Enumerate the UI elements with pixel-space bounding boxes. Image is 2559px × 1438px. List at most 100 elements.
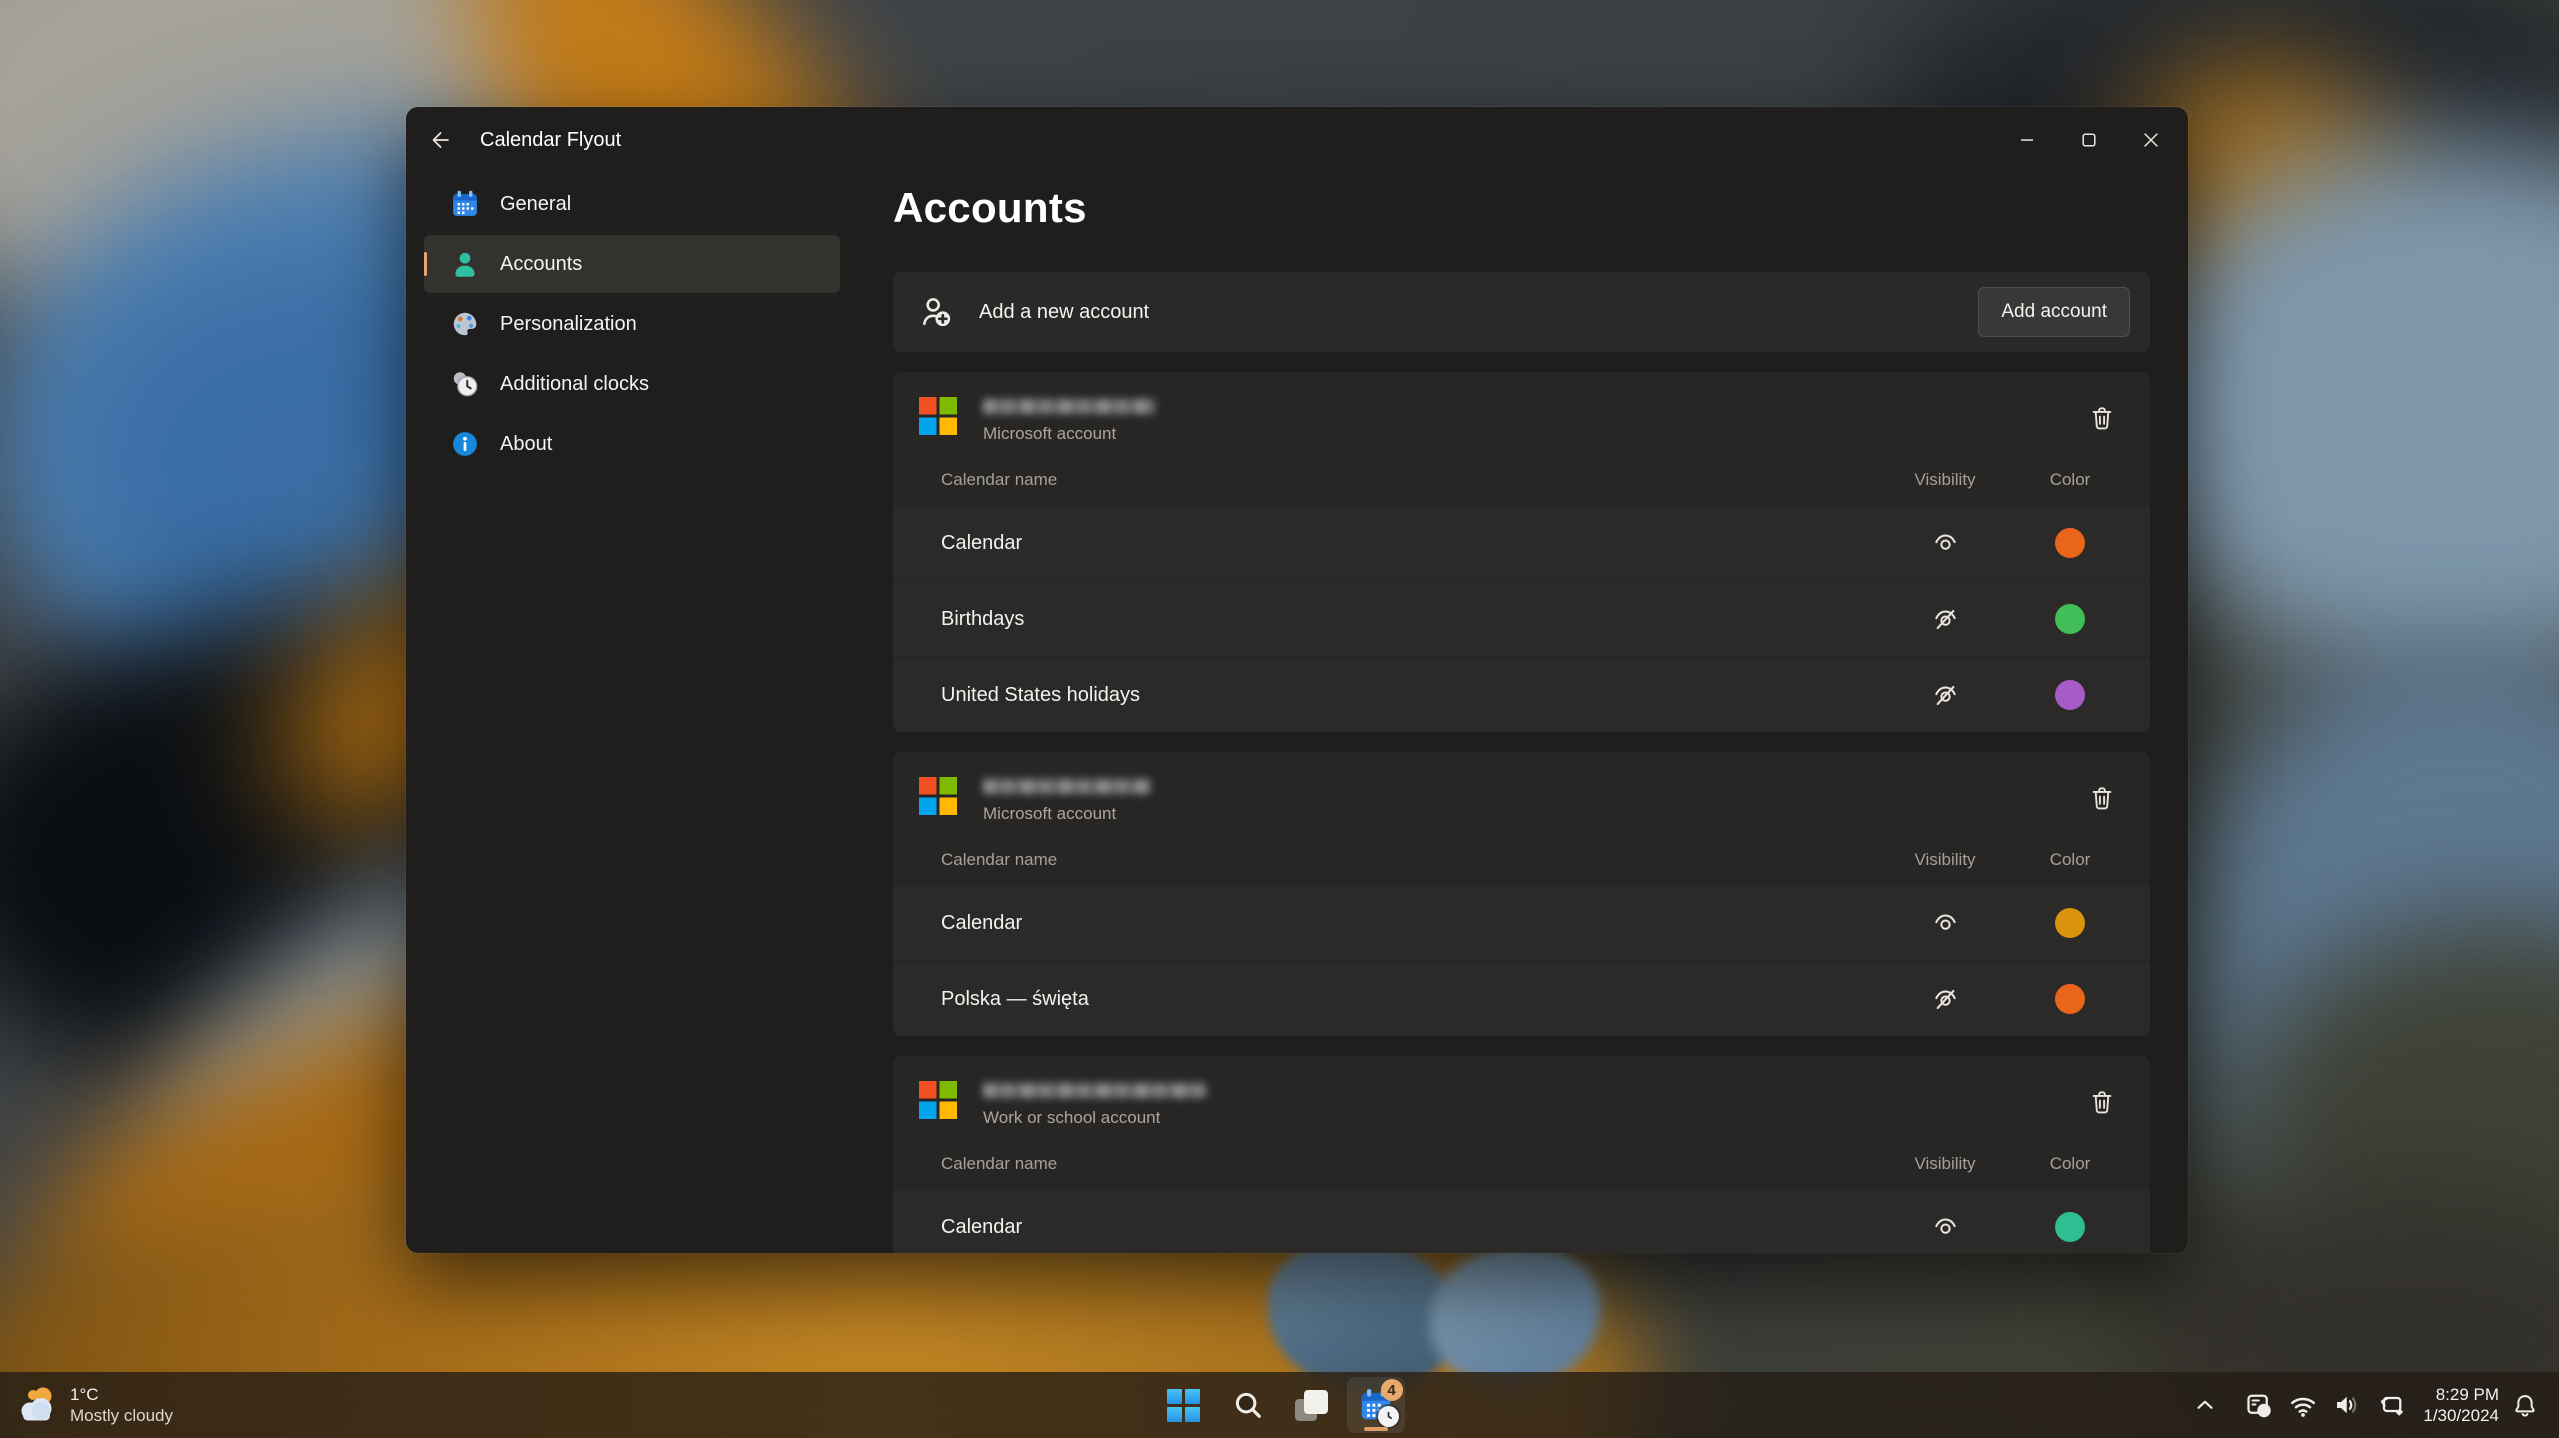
calendar-row: Calendar bbox=[893, 1190, 2150, 1253]
calendar-name: Calendar bbox=[941, 912, 1880, 935]
calendar-columns-header: Calendar name Visibility Color bbox=[893, 1128, 2150, 1188]
visibility-toggle[interactable] bbox=[1923, 597, 1967, 641]
calendar-row: Calendar bbox=[893, 506, 2150, 580]
close-icon bbox=[2139, 128, 2163, 152]
trash-icon bbox=[2088, 1088, 2116, 1116]
taskbar-clock[interactable]: 8:29 PM 1/30/2024 bbox=[2423, 1384, 2499, 1426]
column-calendar-name: Calendar name bbox=[941, 850, 1880, 870]
calendar-color-dot[interactable] bbox=[2055, 908, 2085, 938]
account-card: Work or school account Calendar name Vis… bbox=[893, 1056, 2150, 1253]
windows-logo-icon bbox=[1167, 1389, 1200, 1422]
page-title: Accounts bbox=[893, 183, 2150, 233]
sync-status-button[interactable] bbox=[2373, 1387, 2409, 1423]
sidebar-item-label: Accounts bbox=[500, 253, 582, 276]
sidebar-item-about[interactable]: About bbox=[424, 415, 840, 473]
close-button[interactable] bbox=[2120, 107, 2182, 173]
eye-icon bbox=[1932, 1214, 1959, 1241]
wifi-icon bbox=[2288, 1390, 2318, 1420]
add-account-button[interactable]: Add account bbox=[1978, 287, 2130, 337]
calendar-name: Polska — święta bbox=[941, 988, 1880, 1011]
calendar-row: United States holidays bbox=[893, 658, 2150, 732]
sidebar-item-additional-clocks[interactable]: Additional clocks bbox=[424, 355, 840, 413]
calendar-color-dot[interactable] bbox=[2055, 604, 2085, 634]
calendar-app-button[interactable]: 4 bbox=[1347, 1377, 1405, 1433]
column-visibility: Visibility bbox=[1880, 1154, 2010, 1174]
eye-off-icon bbox=[1932, 682, 1959, 709]
microsoft-logo-icon bbox=[919, 397, 957, 435]
trash-icon bbox=[2088, 784, 2116, 812]
weather-widget[interactable]: 1°C Mostly cloudy bbox=[0, 1372, 173, 1438]
column-color: Color bbox=[2010, 470, 2130, 490]
visibility-toggle[interactable] bbox=[1923, 673, 1967, 717]
back-button[interactable] bbox=[422, 122, 458, 158]
sidebar-item-label: About bbox=[500, 433, 552, 456]
calendar-name: Calendar bbox=[941, 1216, 1880, 1239]
tray-chevron-button[interactable] bbox=[2187, 1387, 2223, 1423]
account-type-label: Microsoft account bbox=[983, 424, 2082, 444]
minimize-button[interactable] bbox=[1996, 107, 2058, 173]
calendar-row: Calendar bbox=[893, 886, 2150, 960]
eye-icon bbox=[1932, 530, 1959, 557]
visibility-toggle[interactable] bbox=[1923, 901, 1967, 945]
sidebar-item-label: General bbox=[500, 193, 571, 216]
microsoft-logo-icon bbox=[919, 1081, 957, 1119]
person-icon bbox=[450, 249, 480, 279]
calendar-columns-header: Calendar name Visibility Color bbox=[893, 444, 2150, 504]
task-view-button[interactable] bbox=[1283, 1377, 1341, 1433]
minimize-icon bbox=[2015, 128, 2039, 152]
info-icon bbox=[450, 429, 480, 459]
active-app-indicator bbox=[1364, 1427, 1388, 1431]
maximize-icon bbox=[2077, 128, 2101, 152]
eye-icon bbox=[1932, 910, 1959, 937]
column-visibility: Visibility bbox=[1880, 470, 2010, 490]
start-button[interactable] bbox=[1155, 1377, 1213, 1433]
settings-sidebar: General Accounts Personalization Additio… bbox=[406, 173, 858, 1253]
maximize-button[interactable] bbox=[2058, 107, 2120, 173]
delete-account-button[interactable] bbox=[2082, 1082, 2122, 1122]
account-card: Microsoft account Calendar name Visibili… bbox=[893, 752, 2150, 1036]
delete-account-button[interactable] bbox=[2082, 398, 2122, 438]
person-add-icon bbox=[919, 295, 953, 329]
sidebar-item-general[interactable]: General bbox=[424, 175, 840, 233]
tray-app-button[interactable] bbox=[2241, 1387, 2277, 1423]
column-calendar-name: Calendar name bbox=[941, 470, 1880, 490]
add-account-label: Add a new account bbox=[979, 301, 1978, 324]
volume-button[interactable] bbox=[2329, 1387, 2365, 1423]
account-email-redacted bbox=[983, 399, 1155, 414]
clock-overlay-icon bbox=[1378, 1406, 1399, 1427]
window-title: Calendar Flyout bbox=[480, 129, 621, 152]
visibility-toggle[interactable] bbox=[1923, 521, 1967, 565]
network-button[interactable] bbox=[2285, 1387, 2321, 1423]
sidebar-item-label: Additional clocks bbox=[500, 373, 649, 396]
palette-icon bbox=[450, 309, 480, 339]
search-button[interactable] bbox=[1219, 1377, 1277, 1433]
clock-time: 8:29 PM bbox=[2423, 1384, 2499, 1405]
sidebar-item-accounts[interactable]: Accounts bbox=[424, 235, 840, 293]
calendar-flyout-settings-window: Calendar Flyout General Accounts bbox=[406, 107, 2188, 1253]
calendar-color-dot[interactable] bbox=[2055, 528, 2085, 558]
calendar-badge: 4 bbox=[1381, 1379, 1403, 1401]
bell-icon bbox=[2511, 1391, 2539, 1419]
add-account-row: Add a new account Add account bbox=[893, 272, 2150, 352]
calendar-color-dot[interactable] bbox=[2055, 680, 2085, 710]
calendar-color-dot[interactable] bbox=[2055, 1212, 2085, 1242]
calendar-color-dot[interactable] bbox=[2055, 984, 2085, 1014]
moon-cloud-weather-icon bbox=[14, 1385, 58, 1425]
search-icon bbox=[1233, 1390, 1263, 1420]
calendar-name: Birthdays bbox=[941, 608, 1880, 631]
visibility-toggle[interactable] bbox=[1923, 1205, 1967, 1249]
visibility-toggle[interactable] bbox=[1923, 977, 1967, 1021]
back-arrow-icon bbox=[428, 128, 452, 152]
calendar-row: Polska — święta bbox=[893, 962, 2150, 1036]
delete-account-button[interactable] bbox=[2082, 778, 2122, 818]
taskbar-center-icons: 4 bbox=[1155, 1372, 1405, 1438]
notifications-button[interactable] bbox=[2507, 1387, 2543, 1423]
account-header: Microsoft account bbox=[893, 372, 2150, 444]
taskbar: 1°C Mostly cloudy 4 bbox=[0, 1372, 2559, 1438]
weather-temperature: 1°C bbox=[70, 1384, 173, 1405]
account-header: Work or school account bbox=[893, 1056, 2150, 1128]
account-card: Microsoft account Calendar name Visibili… bbox=[893, 372, 2150, 732]
speaker-icon bbox=[2332, 1390, 2362, 1420]
screen: Calendar Flyout General Accounts bbox=[0, 0, 2559, 1438]
sidebar-item-personalization[interactable]: Personalization bbox=[424, 295, 840, 353]
